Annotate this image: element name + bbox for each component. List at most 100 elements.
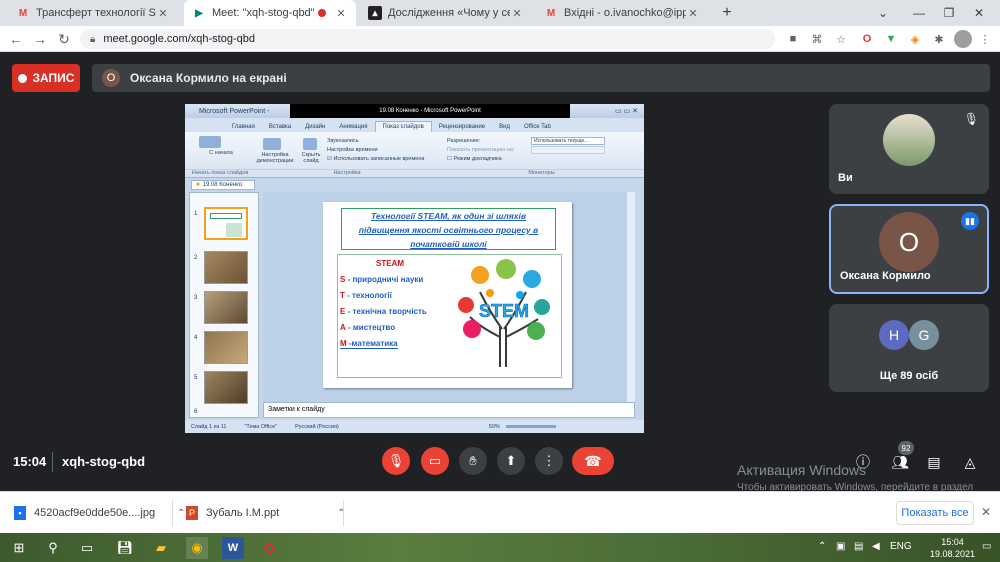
word-icon[interactable]: W [222, 537, 244, 559]
participant-tile-self[interactable]: 🎙︎ Ви [829, 104, 989, 194]
star-icon[interactable]: ☆ [832, 30, 850, 48]
pp-tab-insert[interactable]: Вставка [262, 122, 298, 132]
slide-scrollbar[interactable] [627, 192, 635, 402]
steam-heading: STEAM [376, 259, 404, 268]
theme-name: "Тема Office" [244, 423, 278, 430]
pp-tab-view[interactable]: Вид [492, 122, 517, 132]
close-icon[interactable]: ✕ [686, 7, 700, 20]
steam-text: - технічна творчість [345, 307, 427, 316]
pp-tab-review[interactable]: Рецензирование [432, 122, 492, 132]
browser-tab-2[interactable]: ▶ Meet: "xqh-stog-qbd" ✕ [184, 0, 356, 26]
tab-search-icon[interactable]: ⌄ [868, 0, 898, 26]
language-indicator[interactable]: ENG [890, 541, 912, 552]
chevron-up-icon[interactable]: ⌃ [337, 508, 345, 519]
save-app-icon[interactable]: 💾︎ [114, 537, 136, 559]
translate-icon[interactable]: ⌘ [808, 30, 826, 48]
gmail-icon: M [18, 7, 28, 19]
browser-tab-1[interactable]: M Трансферт технології STEAM, як ✕ [8, 0, 178, 26]
steam-item-m: M -математика [340, 339, 398, 349]
close-icon[interactable]: ✕ [156, 7, 170, 20]
slide-notes[interactable]: Заметки к слайду [263, 402, 635, 418]
shield-icon[interactable]: ▼ [882, 30, 900, 48]
opera-extension-icon[interactable]: O [858, 30, 876, 48]
menu-icon[interactable]: ⋮ [976, 30, 994, 48]
leave-call-button[interactable]: ☎ [572, 447, 614, 475]
browser-tab-3[interactable]: ▴ Дослідження «Чому у серпні тр ✕ [360, 0, 532, 26]
slide-content-box: STEAM S - природничі науки T - технологі… [337, 254, 562, 378]
close-icon[interactable]: ✕ [981, 505, 991, 519]
chrome-icon[interactable]: ◉ [186, 537, 208, 559]
record-narration-button[interactable]: Звукозапись [327, 138, 359, 144]
participant-tile-others[interactable]: H G Ще 89 осіб [829, 304, 989, 392]
search-icon[interactable]: ⚲ [42, 537, 64, 559]
pp-tab-animation[interactable]: Анимация [332, 122, 374, 132]
extension-icon-2[interactable]: ◈ [906, 30, 924, 48]
slide-number: 1 [194, 211, 198, 217]
zoom-slider[interactable] [505, 425, 556, 428]
present-button[interactable]: ⬆ [497, 447, 525, 475]
taskbar-clock[interactable]: 15:04 19.08.2021 [930, 536, 975, 560]
powerpoint-titlebar: Microsoft PowerPoint - 19.08 Коненко - M… [185, 104, 644, 118]
pp-tab-home[interactable]: Главная [225, 122, 262, 132]
resolution-select[interactable]: Использовать текуще... [531, 137, 605, 145]
document-tab[interactable]: ■ 19.08 Коненко [191, 180, 255, 190]
slide-thumbnail-5[interactable] [204, 371, 248, 404]
slide-thumbnail-4[interactable] [204, 331, 248, 364]
use-timings-checkbox[interactable]: ☑ Использовать записанные времена [327, 156, 424, 162]
forward-icon[interactable]: → [30, 29, 50, 49]
close-icon[interactable]: ✕ [510, 7, 524, 20]
windows-start-icon[interactable]: ⊞ [8, 537, 30, 559]
chevron-up-icon[interactable]: ⌃ [177, 508, 185, 519]
notifications-icon[interactable]: ▭ [982, 541, 991, 552]
presenter-view-checkbox[interactable]: ☐ Режим докладчика [447, 156, 502, 162]
avatar[interactable] [954, 30, 972, 48]
tray-chevron-icon[interactable]: ⌃ [818, 541, 826, 552]
show-on-select[interactable] [531, 146, 605, 154]
close-icon[interactable]: ✕ [334, 7, 348, 20]
camera-toggle-button[interactable]: ▭ [421, 447, 449, 475]
recording-button[interactable]: ЗАПИС [12, 64, 80, 92]
hide-slide-button[interactable]: Скрыть слайд [297, 152, 325, 164]
people-icon: 👥︎ [891, 453, 909, 470]
slide-title-line: Технології STEAM, як один зі шляхів [371, 211, 526, 221]
slide-thumbnail-1[interactable] [204, 207, 248, 240]
slide-thumbnail-3[interactable] [204, 291, 248, 324]
chat-button[interactable]: ▤ [924, 452, 944, 472]
clock-time: 15:04 [941, 537, 964, 547]
pp-tab-slideshow[interactable]: Показ слайдов [374, 121, 432, 132]
volume-icon[interactable]: ◀︎ [872, 541, 880, 552]
tray-app-icon[interactable]: ▣ [836, 541, 845, 552]
maximize-icon[interactable]: ❐ [934, 0, 964, 26]
from-start-button[interactable]: С начала [207, 150, 235, 156]
current-slide[interactable]: Технології STEAM, як один зі шляхів підв… [323, 202, 572, 388]
puzzle-icon[interactable]: ✱ [930, 30, 948, 48]
task-view-icon[interactable]: ▭ [76, 537, 98, 559]
reload-icon[interactable]: ↻ [54, 29, 74, 49]
slide-thumbnail-2[interactable] [204, 251, 248, 284]
rehearse-timings-button[interactable]: Настройка времени [327, 147, 378, 153]
divider [52, 452, 53, 472]
new-tab-button[interactable]: + [712, 0, 742, 26]
activities-button[interactable]: ◬ [960, 452, 980, 472]
show-all-downloads-button[interactable]: Показать все [896, 501, 974, 525]
pp-tab-officetab[interactable]: Office Tab [517, 122, 558, 132]
camera-icon[interactable]: ■ [784, 30, 802, 48]
network-icon[interactable]: ▤ [854, 541, 863, 552]
opera-icon[interactable]: O [258, 537, 280, 559]
download-item-2[interactable]: P Зубаль І.М.ppt ⌃ [186, 504, 346, 522]
raise-hand-button[interactable]: ✋︎ [459, 447, 487, 475]
tab-title: Трансферт технології STEAM, як [36, 7, 156, 19]
download-item-1[interactable]: ▪ 4520acf9e0dde50e....jpg ⌃ [14, 504, 186, 522]
file-explorer-icon[interactable]: ▰ [150, 537, 172, 559]
participants-button[interactable]: 👥︎ [890, 452, 910, 472]
participant-tile-presenter[interactable]: О ▮▮ Оксана Кормило [829, 204, 989, 294]
address-bar[interactable]: 🔒︎ meet.google.com/xqh-stog-qbd [80, 29, 775, 49]
window-close-icon[interactable]: ✕ [964, 0, 994, 26]
minimize-icon[interactable]: — [904, 0, 934, 26]
setup-show-button[interactable]: Настройка демонстрации [255, 152, 295, 164]
browser-tab-4[interactable]: M Вхідні - o.ivanochko@ippo.edu. ✕ [536, 0, 708, 26]
pp-tab-design[interactable]: Дизайн [298, 122, 332, 132]
mic-toggle-button[interactable]: 🎙︎ [382, 447, 410, 475]
more-options-button[interactable]: ⋮ [535, 447, 563, 475]
back-icon[interactable]: ← [6, 29, 26, 49]
